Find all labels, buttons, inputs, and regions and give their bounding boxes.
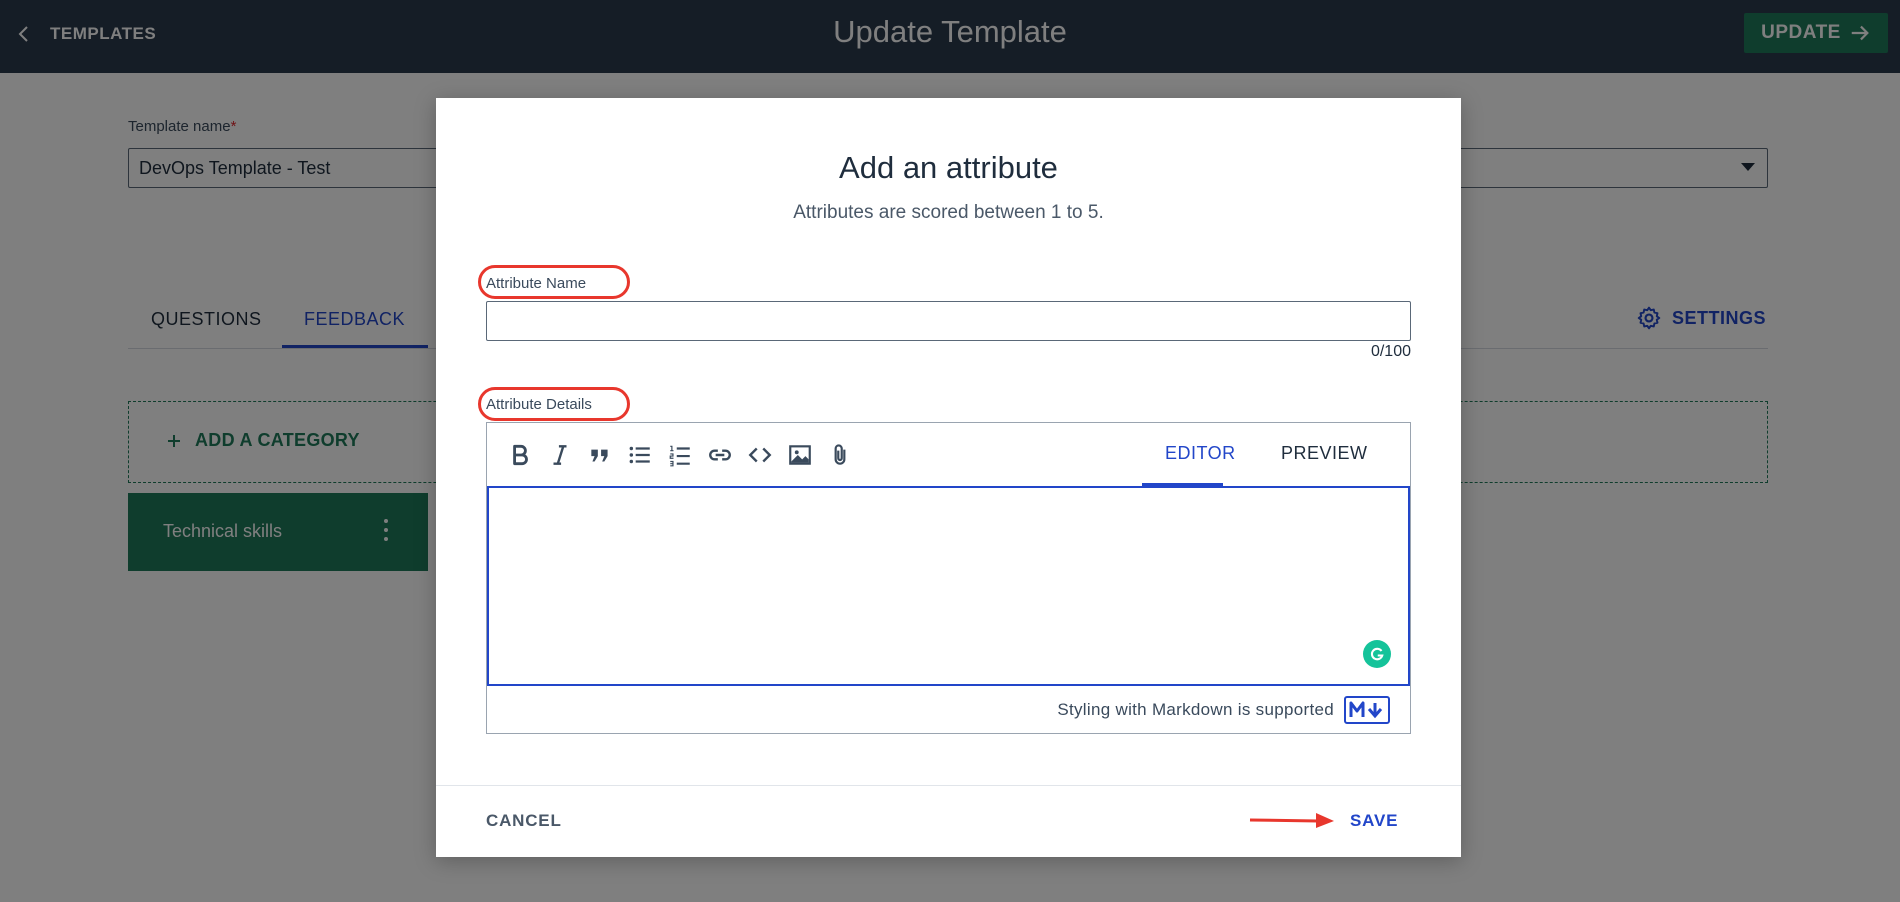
annotation-arrow-icon <box>1249 813 1334 828</box>
numbered-list-icon[interactable] <box>666 441 694 469</box>
char-counter: 0/100 <box>1370 343 1411 360</box>
modal-subtitle: Attributes are scored between 1 to 5. <box>793 202 1104 223</box>
save-button[interactable]: SAVE <box>1350 811 1398 831</box>
attachment-icon[interactable] <box>826 441 854 469</box>
grammarly-icon[interactable] <box>1363 640 1391 668</box>
tab-preview[interactable]: PREVIEW <box>1281 443 1368 464</box>
attribute-name-input[interactable] <box>486 301 1411 341</box>
modal-footer-divider <box>436 785 1461 786</box>
tab-editor[interactable]: EDITOR <box>1165 443 1236 464</box>
bold-icon[interactable] <box>506 441 534 469</box>
cancel-button[interactable]: CANCEL <box>486 811 562 831</box>
modal-title: Add an attribute <box>839 150 1058 185</box>
markdown-icon <box>1344 695 1390 724</box>
attribute-details-textarea[interactable] <box>487 486 1410 686</box>
add-attribute-modal: Add an attribute Attributes are scored b… <box>436 98 1461 857</box>
bulleted-list-icon[interactable] <box>626 441 654 469</box>
italic-icon[interactable] <box>546 441 574 469</box>
markdown-editor: EDITOR PREVIEW Styling with Markdown is … <box>486 422 1411 734</box>
markdown-note-text: Styling with Markdown is supported <box>1057 699 1334 719</box>
quote-icon[interactable] <box>586 441 614 469</box>
link-icon[interactable] <box>706 441 734 469</box>
code-icon[interactable] <box>746 441 774 469</box>
editor-toolbar: EDITOR PREVIEW <box>487 423 1410 486</box>
attribute-details-label: Attribute Details <box>486 396 592 413</box>
attribute-name-label: Attribute Name <box>486 275 587 292</box>
image-icon[interactable] <box>786 441 814 469</box>
markdown-support-note: Styling with Markdown is supported <box>487 686 1410 733</box>
